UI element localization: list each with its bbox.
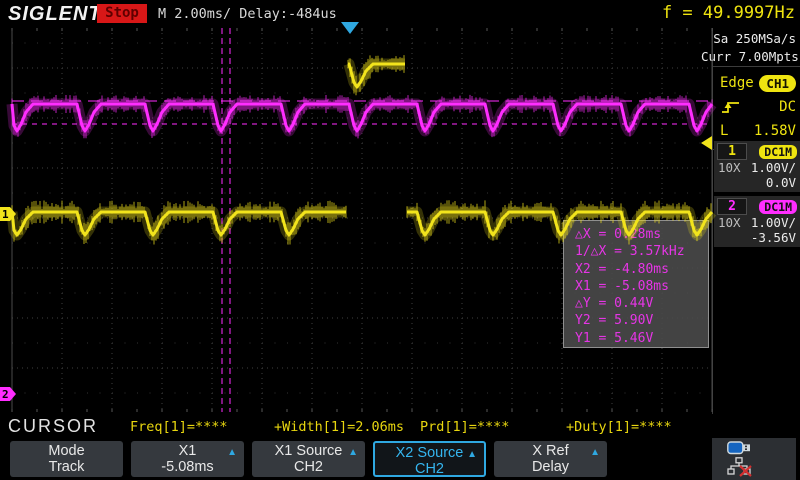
status-icon-panel	[712, 438, 796, 480]
menu-button-value: Delay	[494, 459, 607, 475]
expand-arrow-icon: ▲	[348, 445, 358, 461]
brand-logo: SIGLENT	[8, 3, 102, 26]
timebase-readout: M 2.00ms/ Delay:-484us	[158, 6, 337, 22]
measurement-period: Prd[1]=****	[420, 419, 509, 435]
channel1-scale: 1.00V/	[751, 160, 796, 175]
trigger-source-badge[interactable]: CH1	[759, 75, 796, 92]
menu-button-mode[interactable]: Mode Track	[10, 441, 123, 477]
acquisition-info: Sa 250MSa/s Curr 7.00Mpts	[701, 30, 799, 66]
measurement-pwidth: +Width[1]=2.06ms	[274, 419, 404, 435]
trigger-type: Edge	[720, 75, 754, 91]
right-sidebar: Sa 250MSa/s Curr 7.00Mpts Edge CH1 DC L …	[712, 28, 800, 415]
run-state-badge[interactable]: Stop	[97, 4, 147, 23]
menu-button-x1-source[interactable]: X1 Source ▲ CH2	[252, 441, 365, 477]
channel2-offset: -3.56V	[751, 230, 796, 245]
lan-disconnected-icon	[727, 457, 755, 477]
menu-button-x-ref[interactable]: X Ref ▲ Delay	[494, 441, 607, 477]
menu-button-value: CH2	[375, 461, 484, 477]
menu-button-x1[interactable]: X1 ▲ -5.08ms	[131, 441, 244, 477]
channel1-coupling-badge: DC1M	[759, 145, 797, 159]
trigger-panel[interactable]: Edge CH1 DC L 1.58V	[713, 66, 800, 150]
cursor-y1: Y1 = 5.46V	[575, 330, 708, 347]
cursor-delta-y: △Y = 0.44V	[575, 295, 708, 312]
trigger-level-label: L	[720, 123, 728, 139]
cursor-delta-x: △X = 0.28ms	[575, 226, 708, 243]
cursor-readout-panel: △X = 0.28ms 1/△X = 3.57kHz X2 = -4.80ms …	[563, 220, 709, 348]
menu-button-x2-source[interactable]: X2 Source ▲ CH2	[373, 441, 486, 477]
channel2-number: 2	[717, 198, 747, 215]
cursor-inv-delta-x: 1/△X = 3.57kHz	[575, 243, 708, 260]
soft-menu-bar: Mode Track X1 ▲ -5.08ms X1 Source ▲ CH2 …	[0, 438, 800, 480]
rising-edge-icon	[720, 99, 742, 115]
cursor-x1: X1 = -5.08ms	[575, 278, 708, 295]
memory-depth: Curr 7.00Mpts	[701, 48, 799, 66]
menu-button-label: X Ref	[532, 443, 568, 459]
channel2-coupling-badge: DC1M	[759, 200, 797, 214]
channel2-scale: 1.00V/	[751, 215, 796, 230]
waveform-display[interactable]: △X = 0.28ms 1/△X = 3.57kHz X2 = -4.80ms …	[0, 28, 712, 413]
menu-button-value: Track	[10, 459, 123, 475]
active-menu-title: CURSOR	[8, 416, 98, 437]
oscilloscope-screen: SIGLENT Stop M 2.00ms/ Delay:-484us f = …	[0, 0, 800, 480]
sample-rate: Sa 250MSa/s	[701, 30, 799, 48]
expand-arrow-icon: ▲	[590, 445, 600, 461]
measurement-duty: +Duty[1]=****	[566, 419, 672, 435]
menu-button-value: CH2	[252, 459, 365, 475]
menu-button-label: Mode	[48, 443, 84, 459]
cursor-x2: X2 = -4.80ms	[575, 261, 708, 278]
channel1-info-box[interactable]: 1 DC1M 10X 1.00V/ 0.0V	[714, 141, 800, 192]
usb-icon	[727, 441, 753, 455]
expand-arrow-icon: ▲	[227, 445, 237, 461]
menu-button-label: X1 Source	[275, 443, 343, 459]
channel1-probe: 10X	[718, 160, 741, 175]
channel2-probe: 10X	[718, 215, 741, 230]
header-bar: SIGLENT Stop M 2.00ms/ Delay:-484us f = …	[0, 0, 800, 28]
channel2-info-box[interactable]: 2 DC1M 10X 1.00V/ -3.56V	[714, 196, 800, 247]
measurement-freq: Freq[1]=****	[130, 419, 228, 435]
channel1-offset: 0.0V	[766, 175, 796, 190]
measurement-bar: CURSOR Freq[1]=**** +Width[1]=2.06ms Prd…	[0, 414, 800, 438]
frequency-counter: f = 49.9997Hz	[662, 3, 795, 23]
expand-arrow-icon: ▲	[467, 447, 477, 463]
cursor-y2: Y2 = 5.90V	[575, 312, 708, 329]
trigger-coupling: DC	[779, 99, 796, 115]
menu-button-value: -5.08ms	[131, 459, 244, 475]
menu-button-label: X2 Source	[396, 445, 464, 461]
menu-button-label: X1	[179, 443, 197, 459]
trigger-level-value: 1.58V	[754, 123, 796, 139]
channel1-number: 1	[717, 143, 747, 160]
